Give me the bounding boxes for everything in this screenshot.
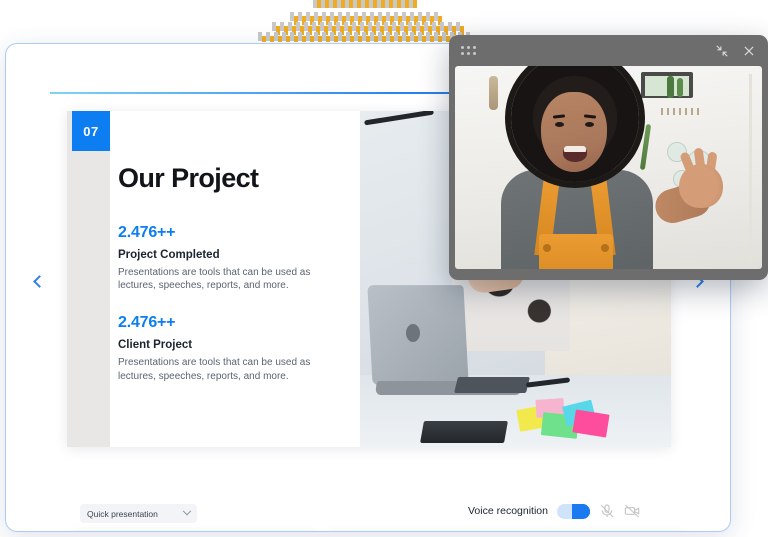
close-icon[interactable] [742, 44, 756, 58]
video-person-hand [679, 164, 723, 208]
photo-laptop-logo [406, 324, 420, 342]
deco-dash-row [262, 36, 470, 42]
camera-muted-icon[interactable] [624, 503, 640, 519]
deco-dash-row [317, 0, 417, 8]
chevron-left-icon [33, 274, 46, 288]
video-person-overall-bib [539, 234, 613, 269]
video-bg-plant [667, 76, 674, 98]
collapse-icon[interactable] [715, 44, 729, 58]
slide-side-rail: 07 [67, 111, 110, 447]
voice-recognition-label: Voice recognition [468, 505, 548, 517]
video-person-teeth [564, 146, 586, 152]
prev-slide-button[interactable] [27, 270, 49, 292]
video-bg-plant [677, 78, 683, 97]
video-person-overall-button [601, 244, 609, 252]
app-stage: 07 Our Project 2.476++ Project Completed… [0, 0, 768, 537]
stat-description: Presentations are tools that can be used… [118, 357, 311, 382]
video-bg-vine [639, 123, 652, 171]
video-person-eye [585, 122, 594, 127]
slide-number-badge: 07 [72, 111, 110, 151]
video-person-overall-button [543, 244, 551, 252]
presentation-mode-dropdown[interactable]: Quick presentation [80, 504, 197, 523]
photo-pen [364, 111, 434, 126]
video-feed[interactable] [455, 66, 762, 269]
video-bg-frame [749, 74, 752, 262]
microphone-muted-icon[interactable] [599, 503, 615, 519]
video-panel-actions [715, 44, 756, 58]
video-call-panel [449, 35, 768, 280]
voice-recognition-toggle[interactable] [556, 503, 590, 519]
grip-dots-icon[interactable] [461, 46, 476, 55]
presentation-mode-label: Quick presentation [87, 508, 158, 519]
photo-keyboard [454, 377, 530, 393]
chevron-down-icon [182, 506, 192, 515]
video-bg-decor [489, 76, 498, 110]
stat-description: Presentations are tools that can be used… [118, 267, 311, 292]
video-panel-header[interactable] [455, 35, 762, 66]
video-bg-garland [661, 108, 701, 115]
toggle-knob [575, 504, 589, 518]
video-person-eye [555, 122, 564, 127]
photo-notebook [420, 421, 508, 443]
voice-recognition-group: Voice recognition [468, 503, 640, 519]
